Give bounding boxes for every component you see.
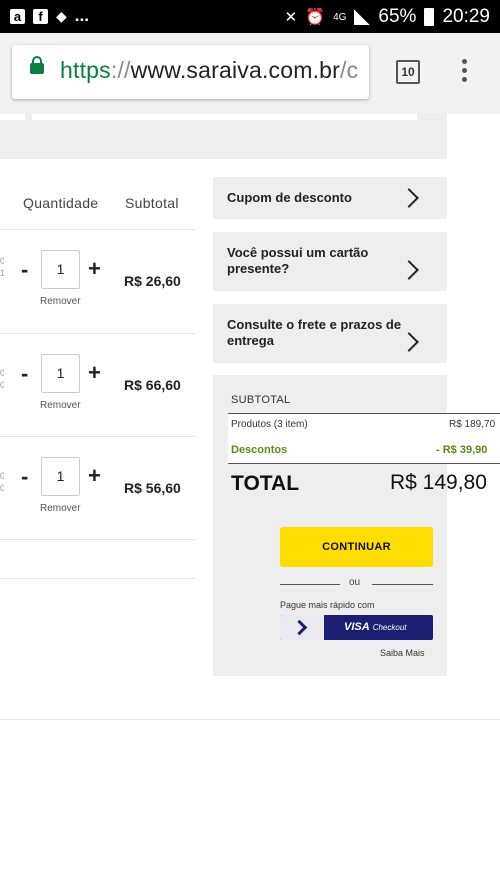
total-label: TOTAL bbox=[231, 472, 300, 495]
summary-divider bbox=[228, 463, 500, 464]
products-value: R$ 189,70 bbox=[449, 419, 496, 430]
battery-percent: 65% bbox=[378, 6, 417, 27]
or-label: ou bbox=[349, 577, 361, 588]
products-label: Produtos (3 item) bbox=[231, 419, 308, 430]
coupon-label: Cupom de desconto bbox=[227, 190, 352, 205]
amazon-icon: a bbox=[10, 8, 25, 24]
item-subtotal: R$ 56,60 bbox=[124, 480, 181, 496]
truncated-item-info: 00 bbox=[0, 471, 4, 493]
cart-item-row: 00 - 1 + Remover R$ 56,60 bbox=[0, 437, 195, 540]
overflow-menu-icon[interactable] bbox=[462, 59, 468, 86]
increase-quantity-button[interactable]: + bbox=[88, 360, 101, 386]
item-subtotal: R$ 66,60 bbox=[124, 377, 181, 393]
total-value: R$ 149,80 bbox=[390, 471, 487, 494]
page-header-strip bbox=[0, 114, 447, 159]
visa-logo: VISA Checkout bbox=[344, 621, 407, 633]
quantity-input[interactable]: 1 bbox=[41, 457, 80, 496]
learn-more-link[interactable]: Saiba Mais bbox=[380, 648, 425, 658]
tab-switcher-button[interactable]: 10 bbox=[396, 60, 420, 84]
address-bar[interactable]: https://www.saraiva.com.br/c bbox=[12, 45, 369, 99]
increase-quantity-button[interactable]: + bbox=[88, 463, 101, 489]
signal-icon bbox=[354, 9, 371, 25]
mute-icon: ✕ bbox=[284, 9, 298, 26]
gift-card-panel[interactable]: Você possui um cartão presente? bbox=[213, 232, 447, 291]
or-divider-right bbox=[372, 584, 433, 585]
visa-checkout-button[interactable]: VISA Checkout bbox=[280, 615, 433, 640]
quantity-header: Quantidade bbox=[23, 195, 99, 211]
clock: 20:29 bbox=[442, 6, 490, 27]
dropbox-icon: ◆ bbox=[56, 7, 67, 24]
subtotal-header: Subtotal bbox=[125, 195, 179, 211]
page-divider bbox=[0, 719, 500, 720]
battery-icon bbox=[424, 8, 435, 26]
header-card bbox=[32, 114, 417, 120]
remove-item-link[interactable]: Remover bbox=[40, 296, 81, 307]
status-bar: a f ◆ ... ✕ ⏰ 4G 65% 20:29 bbox=[0, 0, 500, 33]
network-type: 4G bbox=[333, 11, 347, 23]
shipping-panel[interactable]: Consulte o frete e prazos de entrega bbox=[213, 304, 447, 363]
facebook-icon: f bbox=[33, 8, 48, 24]
increase-quantity-button[interactable]: + bbox=[88, 256, 101, 282]
notification-overflow: ... bbox=[74, 6, 89, 25]
decrease-quantity-button[interactable]: - bbox=[21, 257, 28, 283]
visa-chevron-box bbox=[280, 615, 324, 640]
summary-title: SUBTOTAL bbox=[231, 394, 291, 406]
discount-label: Descontos bbox=[231, 444, 288, 456]
cart-item-row: 01 - 1 + Remover R$ 26,60 bbox=[0, 230, 195, 334]
quantity-input[interactable]: 1 bbox=[41, 354, 80, 393]
pay-faster-label: Pague mais rápido com bbox=[280, 600, 375, 610]
alarm-icon: ⏰ bbox=[305, 9, 326, 26]
remove-item-link[interactable]: Remover bbox=[40, 400, 81, 411]
truncated-item-info: 00 bbox=[0, 368, 4, 390]
lock-icon bbox=[30, 56, 44, 74]
decrease-quantity-button[interactable]: - bbox=[21, 464, 28, 490]
remove-item-link[interactable]: Remover bbox=[40, 503, 81, 514]
visa-chevron-icon bbox=[291, 619, 308, 636]
cart-item-row: 00 - 1 + Remover R$ 66,60 bbox=[0, 334, 195, 437]
or-divider-left bbox=[280, 584, 340, 585]
discount-value: - R$ 39,90 bbox=[436, 444, 488, 456]
gift-card-label: Você possui um cartão presente? bbox=[227, 245, 369, 276]
url-text: https://www.saraiva.com.br/c bbox=[60, 57, 359, 83]
continue-button[interactable]: CONTINUAR bbox=[280, 527, 433, 567]
decrease-quantity-button[interactable]: - bbox=[21, 361, 28, 387]
cart-bottom-divider bbox=[0, 578, 195, 579]
quantity-input[interactable]: 1 bbox=[41, 250, 80, 289]
browser-toolbar: https://www.saraiva.com.br/c 10 bbox=[0, 33, 500, 114]
truncated-item-info: 01 bbox=[0, 256, 4, 278]
header-card-left bbox=[0, 114, 25, 120]
item-subtotal: R$ 26,60 bbox=[124, 273, 181, 289]
